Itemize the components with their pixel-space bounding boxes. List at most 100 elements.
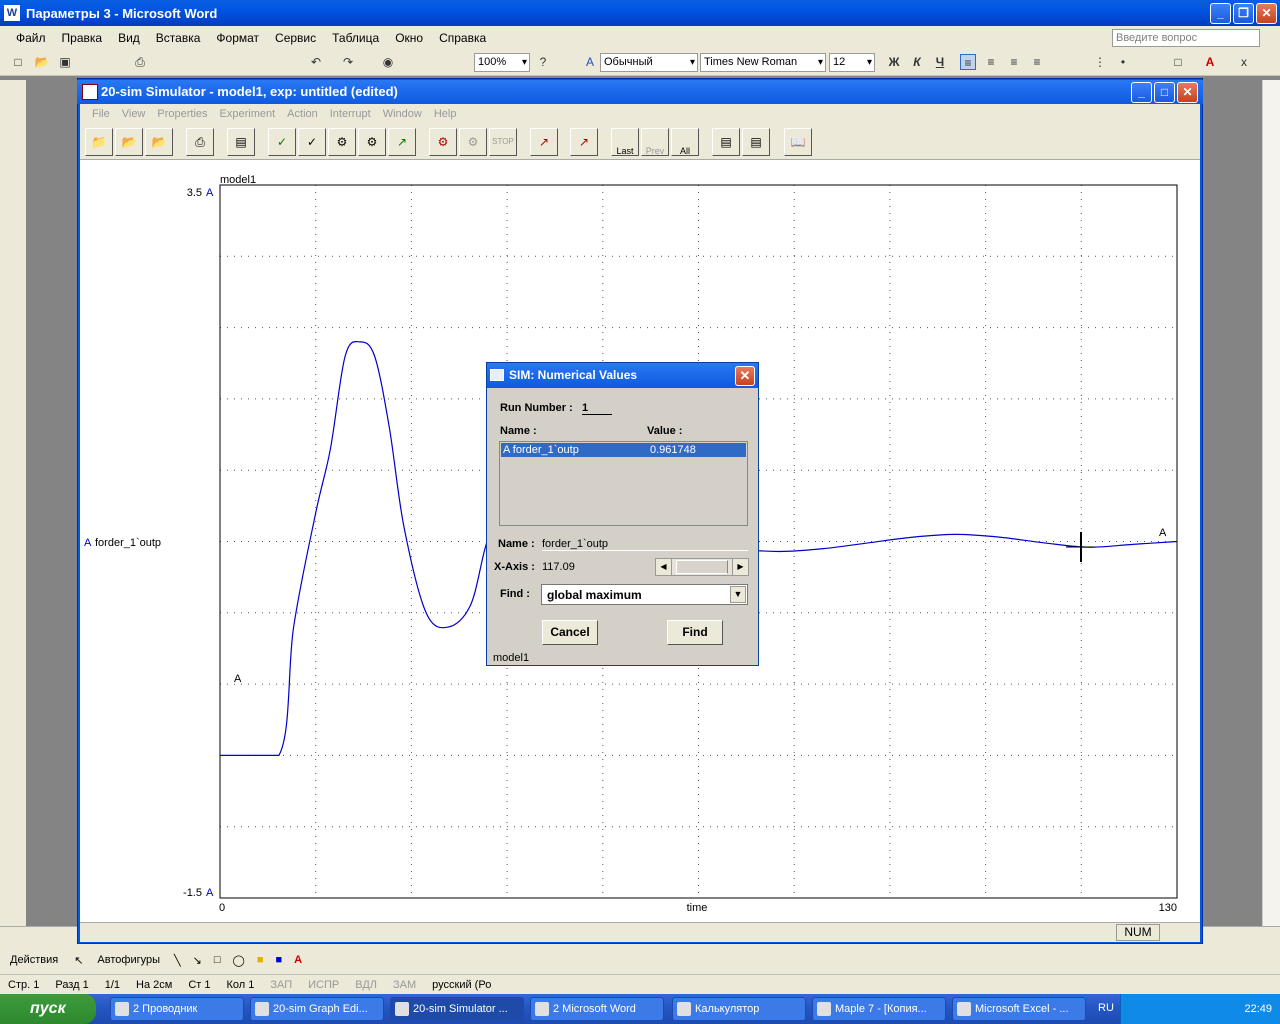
task-graph-editor[interactable]: 20-sim Graph Edi... bbox=[250, 997, 384, 1021]
justify-icon[interactable]: ≡ bbox=[1029, 54, 1045, 70]
help-search-input[interactable]: Введите вопрос bbox=[1112, 29, 1260, 47]
task-maple[interactable]: Maple 7 - [Копия... bbox=[812, 997, 946, 1021]
erase-last-button[interactable]: Last bbox=[611, 128, 639, 156]
font-color-icon[interactable]: A bbox=[1202, 54, 1218, 70]
menu-insert[interactable]: Вставка bbox=[148, 31, 209, 45]
redo-icon[interactable]: ↷ bbox=[340, 54, 356, 70]
menu-tools[interactable]: Сервис bbox=[267, 31, 324, 45]
run-icon[interactable]: ⚙ bbox=[429, 128, 457, 156]
erase-prev-button[interactable]: Prev bbox=[641, 128, 669, 156]
plot-properties-icon[interactable]: ⚙ bbox=[358, 128, 386, 156]
italic-button[interactable]: К bbox=[909, 54, 925, 70]
clock[interactable]: 22:49 bbox=[1244, 1003, 1272, 1015]
dialog-title-bar[interactable]: SIM: Numerical Values bbox=[487, 363, 758, 388]
multi-graph-icon[interactable]: ↗ bbox=[570, 128, 598, 156]
task-excel[interactable]: Microsoft Excel - ... bbox=[952, 997, 1086, 1021]
graph-icon[interactable]: ↗ bbox=[530, 128, 558, 156]
globe-icon[interactable]: ◉ bbox=[380, 54, 396, 70]
select-arrow-icon[interactable]: ↖ bbox=[68, 954, 89, 967]
help-book-icon[interactable]: 📖 bbox=[784, 128, 812, 156]
run-properties-icon[interactable]: ⚙ bbox=[328, 128, 356, 156]
rectangle-tool-icon[interactable]: □ bbox=[208, 954, 227, 966]
sim-minimize-button[interactable]: _ bbox=[1131, 82, 1152, 103]
cancel-button[interactable]: Cancel bbox=[542, 620, 598, 645]
undo-icon[interactable]: ↶ bbox=[308, 54, 324, 70]
new-doc-icon[interactable]: □ bbox=[10, 54, 26, 70]
chevron-down-icon[interactable]: ▼ bbox=[730, 586, 746, 603]
align-center-icon[interactable]: ≡ bbox=[983, 54, 999, 70]
continue-icon[interactable]: ⚙ bbox=[459, 128, 487, 156]
slider-thumb[interactable] bbox=[676, 560, 728, 574]
save-experiment-icon[interactable]: 📂 bbox=[145, 128, 173, 156]
task-word[interactable]: 2 Microsoft Word bbox=[530, 997, 664, 1021]
help-icon[interactable]: ? bbox=[535, 54, 551, 70]
menu-table[interactable]: Таблица bbox=[324, 31, 387, 45]
sim-title-bar[interactable]: 20-sim Simulator - model1, exp: untitled… bbox=[77, 80, 1203, 104]
x-axis-slider[interactable]: ◀ ▶ bbox=[655, 558, 749, 576]
style-select[interactable]: Обычный bbox=[600, 53, 698, 72]
task-explorer[interactable]: 2 Проводник bbox=[110, 997, 244, 1021]
print-icon[interactable]: ⎙ bbox=[186, 128, 214, 156]
equations-icon[interactable]: ▤ bbox=[742, 128, 770, 156]
numbering-icon[interactable]: ⋮ bbox=[1092, 54, 1108, 70]
menu-view[interactable]: Вид bbox=[110, 31, 148, 45]
initial-values-icon[interactable]: ✓ bbox=[298, 128, 326, 156]
sim-menu-view[interactable]: View bbox=[116, 108, 152, 120]
dialog-close-button[interactable]: ✕ bbox=[735, 366, 755, 386]
language-indicator[interactable]: RU bbox=[1098, 1002, 1114, 1014]
slider-left-arrow-icon[interactable]: ◀ bbox=[656, 559, 672, 575]
zoom-select[interactable]: 100% bbox=[474, 53, 530, 72]
stop-icon[interactable]: STOP bbox=[489, 128, 517, 156]
save-icon[interactable]: ▣ bbox=[57, 54, 73, 70]
underline-button[interactable]: Ч bbox=[932, 54, 948, 70]
font-size-select[interactable]: 12 bbox=[829, 53, 875, 72]
open-folder-icon[interactable]: 📁 bbox=[85, 128, 113, 156]
word-title-bar[interactable]: W Параметры 3 - Microsoft Word bbox=[0, 0, 1280, 26]
parameters-icon[interactable]: ✓ bbox=[268, 128, 296, 156]
find-select[interactable]: global maximum ▼ bbox=[541, 584, 748, 605]
crosshair-cursor[interactable] bbox=[1066, 532, 1096, 562]
menu-file[interactable]: Файл bbox=[8, 31, 54, 45]
sim-menu-window[interactable]: Window bbox=[377, 108, 428, 120]
arrow-tool-icon[interactable]: ↘ bbox=[187, 954, 208, 967]
sim-menu-properties[interactable]: Properties bbox=[151, 108, 213, 120]
menu-help[interactable]: Справка bbox=[431, 31, 494, 45]
task-simulator[interactable]: 20-sim Simulator ... bbox=[390, 997, 524, 1021]
styles-icon[interactable]: A bbox=[582, 54, 598, 70]
menu-edit[interactable]: Правка bbox=[54, 31, 111, 45]
values-list-row[interactable]: A forder_1`outp 0.961748 bbox=[501, 443, 746, 457]
open-experiment-icon[interactable]: 📂 bbox=[115, 128, 143, 156]
start-button[interactable]: пуск bbox=[0, 994, 96, 1024]
align-left-icon[interactable]: ≡ bbox=[960, 54, 976, 70]
vertical-scrollbar[interactable] bbox=[1262, 80, 1280, 930]
autoshapes-menu[interactable]: Автофигуры bbox=[89, 954, 168, 966]
minimize-button[interactable]: _ bbox=[1210, 3, 1231, 24]
line-tool-icon[interactable]: ╲ bbox=[168, 954, 187, 967]
menu-window[interactable]: Окно bbox=[387, 31, 431, 45]
sim-maximize-button[interactable]: □ bbox=[1154, 82, 1175, 103]
slider-right-arrow-icon[interactable]: ▶ bbox=[732, 559, 748, 575]
actions-menu[interactable]: Действия bbox=[0, 954, 68, 966]
oval-tool-icon[interactable]: ◯ bbox=[227, 954, 251, 967]
open-icon[interactable]: 📂 bbox=[34, 54, 50, 70]
restore-button[interactable]: ❐ bbox=[1233, 3, 1254, 24]
find-button[interactable]: Find bbox=[667, 620, 723, 645]
line-color-icon[interactable]: ■ bbox=[269, 954, 288, 966]
bold-button[interactable]: Ж bbox=[886, 54, 902, 70]
menu-format[interactable]: Формат bbox=[208, 31, 267, 45]
close-button[interactable]: ✕ bbox=[1256, 3, 1277, 24]
sim-menu-help[interactable]: Help bbox=[428, 108, 463, 120]
print-icon[interactable]: ⎙ bbox=[132, 54, 148, 70]
align-right-icon[interactable]: ≡ bbox=[1006, 54, 1022, 70]
border-icon[interactable]: □ bbox=[1170, 54, 1186, 70]
bullets-icon[interactable]: • bbox=[1115, 54, 1131, 70]
erase-all-button[interactable]: All bbox=[671, 128, 699, 156]
sim-menu-action[interactable]: Action bbox=[281, 108, 324, 120]
sim-menu-file[interactable]: File bbox=[86, 108, 116, 120]
sim-menu-experiment[interactable]: Experiment bbox=[214, 108, 282, 120]
fill-color-icon[interactable]: ■ bbox=[251, 954, 270, 966]
clipboard-icon[interactable]: ▤ bbox=[227, 128, 255, 156]
sim-menu-interrupt[interactable]: Interrupt bbox=[324, 108, 377, 120]
font-select[interactable]: Times New Roman bbox=[700, 53, 826, 72]
plot-icon[interactable]: ↗ bbox=[388, 128, 416, 156]
